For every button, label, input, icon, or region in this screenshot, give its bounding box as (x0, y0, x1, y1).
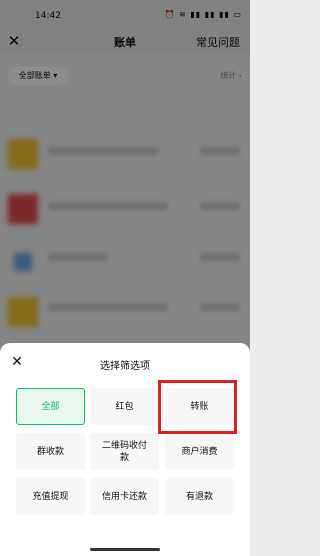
home-indicator (90, 548, 160, 551)
option-refund[interactable]: 有退款 (165, 478, 234, 515)
option-topup-withdraw[interactable]: 充值提现 (16, 478, 85, 515)
option-merchant[interactable]: 商户消费 (165, 433, 234, 470)
option-credit-card[interactable]: 信用卡还款 (90, 478, 159, 515)
sheet-title: 选择筛选项 (100, 361, 150, 372)
option-red-packet[interactable]: 红包 (90, 388, 159, 425)
option-group-collection[interactable]: 群收款 (16, 433, 85, 470)
highlight-box (158, 380, 237, 434)
filter-sheet: ✕ 选择筛选项 全部 红包 转账 群收款 二维码收付款 商户消费 充值提现 信用… (0, 343, 250, 556)
option-all[interactable]: 全部 (16, 388, 85, 425)
option-qr-payment[interactable]: 二维码收付款 (90, 433, 159, 470)
